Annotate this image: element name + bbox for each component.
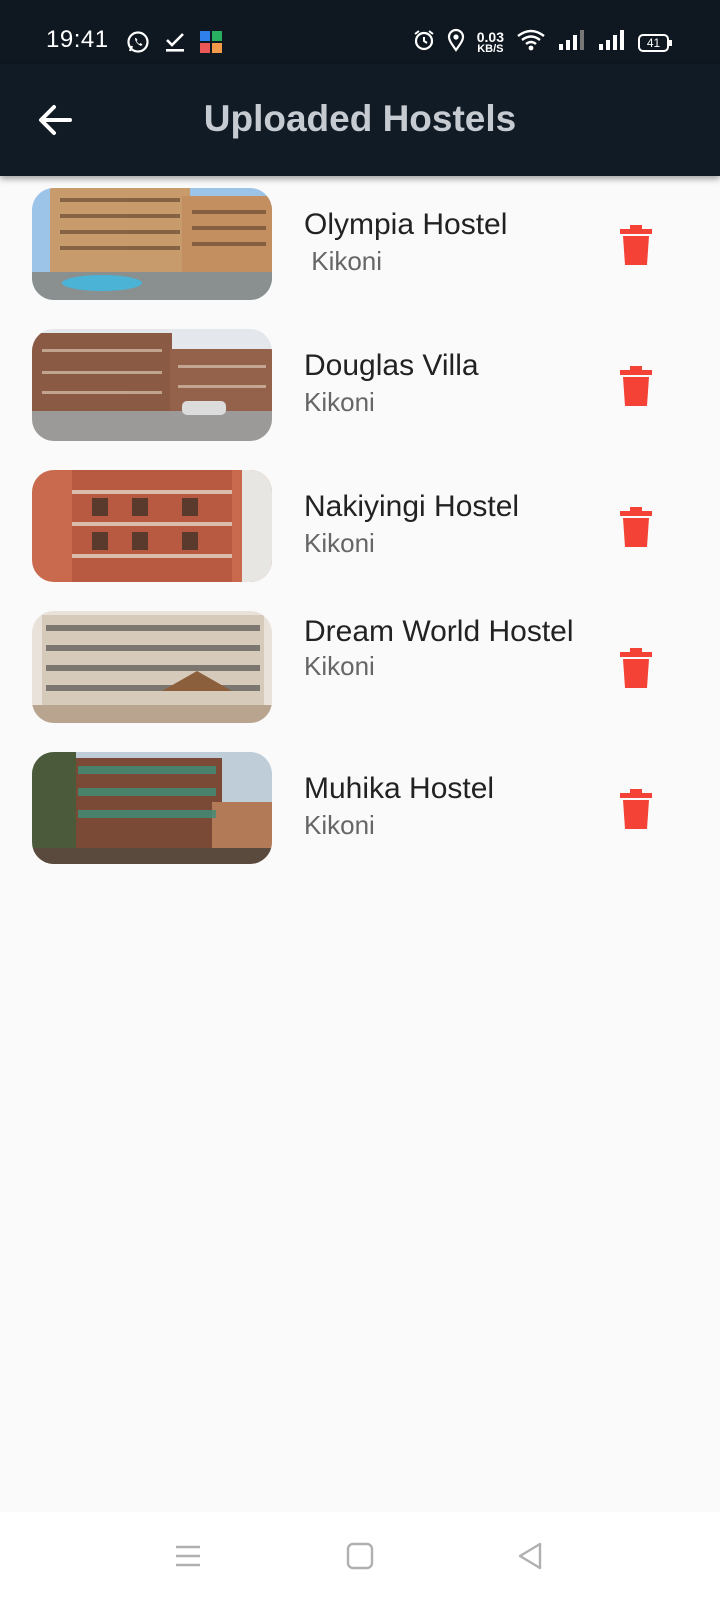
- page-title: Uploaded Hostels: [203, 98, 517, 139]
- hostel-photo: [32, 329, 272, 441]
- hostel-photo: [32, 470, 272, 582]
- home-button[interactable]: [344, 1540, 376, 1572]
- battery-level: 41: [646, 35, 661, 50]
- delete-button[interactable]: [618, 788, 662, 836]
- hostel-info: Nakiyingi Hostel Kikoni: [304, 488, 594, 559]
- back-triangle-icon: [518, 1542, 542, 1570]
- hostel-photo: [32, 188, 272, 300]
- trash-icon: [620, 507, 652, 547]
- list-item[interactable]: Douglas Villa Kikoni: [0, 329, 720, 453]
- hostel-location: Kikoni: [304, 810, 375, 840]
- home-square-icon: [346, 1542, 374, 1570]
- system-back-button[interactable]: [514, 1540, 546, 1572]
- hostel-location: Kikoni: [304, 246, 383, 276]
- list-item[interactable]: Dream World Hostel Kikoni: [0, 611, 720, 735]
- status-left-icons: [126, 30, 222, 59]
- recent-apps-button[interactable]: [172, 1540, 204, 1572]
- trash-icon: [620, 366, 652, 406]
- hostel-name: Douglas Villa: [304, 349, 479, 382]
- hostel-name: Dream World Hostel: [304, 615, 574, 648]
- signal-icon: [598, 29, 626, 56]
- location-icon: [447, 28, 465, 57]
- hostel-location: Kikoni: [304, 528, 375, 558]
- status-right-icons: 0.03 KB/S 41: [413, 28, 672, 57]
- alarm-icon: [413, 29, 435, 56]
- wifi-icon: [516, 28, 546, 57]
- whatsapp-icon: [126, 30, 150, 59]
- system-nav-bar: [0, 1512, 720, 1600]
- hostel-photo: [32, 611, 272, 723]
- hostel-name: Nakiyingi Hostel: [304, 490, 520, 523]
- hostel-name: Muhika Hostel: [304, 772, 495, 805]
- delete-button[interactable]: [618, 647, 662, 695]
- hostel-info: Douglas Villa Kikoni: [304, 347, 594, 418]
- menu-icon: [176, 1545, 200, 1567]
- delete-button[interactable]: [618, 506, 662, 554]
- trash-icon: [620, 789, 652, 829]
- hostel-info: Dream World Hostel Kikoni: [304, 613, 594, 682]
- status-bar: 19:41 0.03 KB/S 41: [0, 0, 720, 64]
- hostel-location: Kikoni: [304, 387, 375, 417]
- net-speed-unit: KB/S: [477, 43, 504, 55]
- list-item[interactable]: Olympia Hostel Kikoni: [0, 188, 720, 312]
- list-item[interactable]: Nakiyingi Hostel Kikoni: [0, 470, 720, 594]
- trash-icon: [620, 225, 652, 265]
- status-time: 19:41: [46, 26, 109, 53]
- signal-icon: [558, 29, 586, 56]
- hostel-name: Olympia Hostel: [304, 208, 508, 241]
- delete-button[interactable]: [618, 224, 662, 272]
- net-speed: 0.03 KB/S: [477, 30, 504, 55]
- list-item[interactable]: Muhika Hostel Kikoni: [0, 752, 720, 876]
- hostel-info: Muhika Hostel Kikoni: [304, 770, 594, 841]
- trash-icon: [620, 648, 652, 688]
- net-speed-value: 0.03: [476, 29, 504, 45]
- app-icon: [200, 31, 222, 58]
- battery-icon: 41: [638, 33, 672, 52]
- app-bar: Uploaded Hostels: [0, 64, 720, 176]
- hostel-location: Kikoni: [304, 651, 375, 681]
- hostel-photo: [32, 752, 272, 864]
- hostel-info: Olympia Hostel Kikoni: [304, 206, 594, 277]
- checkmark-icon: [164, 31, 186, 58]
- delete-button[interactable]: [618, 365, 662, 413]
